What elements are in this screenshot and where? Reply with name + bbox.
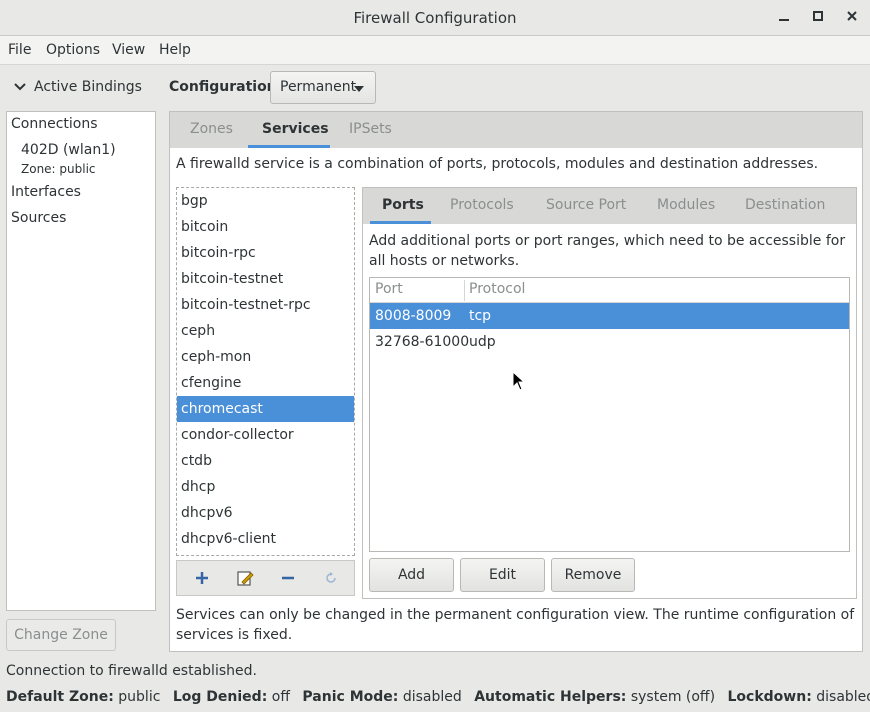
dropdown-arrow-icon (354, 86, 364, 92)
chevron-down-icon (14, 83, 26, 91)
minimize-icon (779, 19, 789, 21)
connections-heading[interactable]: Connections (11, 116, 98, 132)
port-cell: 32768-61000 (375, 334, 470, 350)
services-description: A firewalld service is a combination of … (176, 156, 819, 172)
log-denied-label: Log Denied: (172, 689, 268, 705)
maximize-icon (813, 11, 823, 21)
menu-help[interactable]: Help (159, 42, 191, 58)
add-icon (196, 572, 208, 584)
column-header-protocol[interactable]: Protocol (469, 281, 525, 297)
service-item[interactable]: condor-collector (177, 422, 354, 448)
default-zone-value: public (118, 689, 161, 705)
column-divider (464, 280, 465, 301)
lockdown-label: Lockdown: (727, 689, 812, 705)
connection-zone: Zone: public (21, 162, 96, 176)
service-item-selected[interactable]: chromecast (177, 396, 354, 422)
edit-service-button[interactable] (236, 569, 254, 587)
reload-service-button[interactable] (322, 569, 340, 587)
bindings-tree: Connections 402D (wlan1) Zone: public In… (6, 111, 156, 611)
active-bindings-toggle[interactable]: Active Bindings (14, 79, 142, 95)
table-row[interactable]: 32768-61000 udp (370, 329, 849, 355)
edit-icon (237, 571, 254, 586)
ports-table[interactable]: Port Protocol 8008-8009 tcp 32768-61000 … (369, 277, 850, 552)
edit-port-button[interactable]: Edit (460, 558, 545, 592)
minimize-button[interactable] (774, 8, 794, 28)
tab-source-port[interactable]: Source Port (546, 197, 626, 213)
automatic-helpers-label: Automatic Helpers: (474, 689, 627, 705)
tab-protocols[interactable]: Protocols (450, 197, 514, 213)
lockdown-value: disabled (816, 689, 870, 705)
panic-mode-value: disabled (402, 689, 462, 705)
panic-mode-label: Panic Mode: (302, 689, 399, 705)
automatic-helpers-value: system (off) (630, 689, 716, 705)
menu-file[interactable]: File (8, 42, 31, 58)
configuration-dropdown[interactable]: Permanent (270, 71, 376, 104)
add-port-button[interactable]: Add (369, 558, 454, 592)
remove-port-button[interactable]: Remove (551, 558, 635, 592)
ports-description: Add additional ports or port ranges, whi… (369, 233, 846, 269)
protocol-cell: tcp (469, 308, 492, 324)
service-item[interactable]: ceph-mon (177, 344, 354, 370)
table-row-selected[interactable]: 8008-8009 tcp (370, 303, 849, 329)
status-bar: Default Zone: public Log Denied: off Pan… (6, 689, 870, 705)
remove-icon (282, 576, 294, 580)
interfaces-heading[interactable]: Interfaces (11, 184, 81, 200)
service-item[interactable]: bitcoin-rpc (177, 240, 354, 266)
service-item[interactable]: bitcoin (177, 214, 354, 240)
service-item[interactable]: bitcoin-testnet (177, 266, 354, 292)
sources-heading[interactable]: Sources (11, 210, 66, 226)
add-service-button[interactable] (193, 569, 211, 587)
service-item[interactable]: ceph (177, 318, 354, 344)
protocol-cell: udp (469, 334, 496, 350)
close-button[interactable] (842, 8, 862, 28)
default-zone-label: Default Zone: (6, 689, 114, 705)
service-toolbar (176, 560, 355, 596)
remove-service-button[interactable] (279, 569, 297, 587)
column-header-port[interactable]: Port (375, 281, 403, 297)
close-icon (847, 11, 857, 21)
menu-view[interactable]: View (112, 42, 145, 58)
service-item[interactable]: cfengine (177, 370, 354, 396)
table-header: Port Protocol (370, 278, 849, 303)
configuration-value: Permanent (280, 79, 357, 95)
mouse-cursor-icon (512, 371, 526, 391)
tab-destination[interactable]: Destination (745, 197, 825, 213)
status-message: Connection to firewalld established. (6, 663, 257, 679)
tab-zones[interactable]: Zones (190, 121, 233, 137)
configuration-label: Configuration: (169, 79, 283, 95)
window-title: Firewall Configuration (353, 9, 517, 27)
service-item[interactable]: bgp (177, 188, 354, 214)
service-item[interactable]: dhcpv6-client (177, 526, 354, 552)
service-item[interactable]: dhcpv6 (177, 500, 354, 526)
connection-item[interactable]: 402D (wlan1) (21, 142, 116, 158)
log-denied-value: off (271, 689, 290, 705)
port-cell: 8008-8009 (375, 308, 452, 324)
services-note: Services can only be changed in the perm… (176, 607, 855, 643)
service-item[interactable]: bitcoin-testnet-rpc (177, 292, 354, 318)
tab-ports[interactable]: Ports (382, 197, 424, 213)
active-bindings-label: Active Bindings (34, 79, 142, 95)
change-zone-button[interactable]: Change Zone (6, 619, 116, 651)
service-item[interactable]: ctdb (177, 448, 354, 474)
tab-modules[interactable]: Modules (657, 197, 715, 213)
tab-services[interactable]: Services (262, 121, 329, 137)
service-list[interactable]: bgp bitcoin bitcoin-rpc bitcoin-testnet … (176, 187, 355, 556)
reload-icon (326, 572, 336, 583)
menu-options[interactable]: Options (46, 42, 100, 58)
maximize-button[interactable] (808, 8, 828, 28)
service-item[interactable]: dhcp (177, 474, 354, 500)
tab-ipsets[interactable]: IPSets (349, 121, 392, 137)
